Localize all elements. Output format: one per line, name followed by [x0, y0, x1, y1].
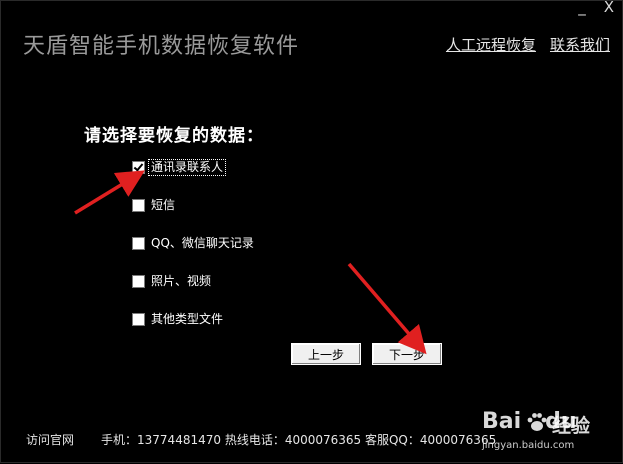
photos-videos-checkbox[interactable] — [132, 275, 145, 288]
next-step-button[interactable]: 下一步 — [372, 343, 442, 365]
option-other-files[interactable]: 其他类型文件 — [132, 312, 256, 350]
app-title: 天盾智能手机数据恢复软件 — [23, 34, 300, 59]
window-controls: _ X — [578, 0, 614, 16]
minimize-button[interactable]: _ — [578, 0, 586, 16]
baidu-watermark: Bai du 经验 jingyan.baidu.com — [482, 409, 600, 457]
watermark-jingyan: 经验 — [552, 415, 591, 437]
footer: 访问官网 手机：13774481470 热线电话：4000076365 客服QQ：… — [26, 431, 496, 448]
watermark-url: jingyan.baidu.com — [482, 440, 575, 451]
data-type-options: 通讯录联系人 短信 QQ、微信聊天记录 照片、视频 其他类型文件 — [132, 159, 256, 350]
app-window: _ X 天盾智能手机数据恢复软件 人工远程恢复 联系我们 请选择要恢复的数据： … — [0, 0, 623, 463]
option-label[interactable]: 通讯录联系人 — [147, 159, 227, 176]
paw-icon — [527, 413, 547, 431]
select-data-prompt: 请选择要恢复的数据： — [84, 126, 264, 146]
annotation-arrows — [74, 170, 427, 355]
close-button[interactable]: X — [604, 0, 614, 16]
contact-info: 手机：13774481470 热线电话：4000076365 客服QQ：4000… — [101, 433, 497, 447]
sms-checkbox[interactable] — [132, 199, 145, 212]
previous-step-button[interactable]: 上一步 — [291, 343, 361, 365]
option-label[interactable]: 照片、视频 — [149, 274, 213, 289]
remote-recovery-link[interactable]: 人工远程恢复 — [446, 34, 536, 55]
visit-website-link[interactable]: 访问官网 — [26, 433, 74, 447]
top-links: 人工远程恢复 联系我们 — [446, 34, 610, 55]
option-sms[interactable]: 短信 — [132, 198, 256, 236]
option-chat-history[interactable]: QQ、微信聊天记录 — [132, 236, 256, 274]
option-photos-videos[interactable]: 照片、视频 — [132, 274, 256, 312]
contact-us-link[interactable]: 联系我们 — [550, 34, 610, 55]
option-label[interactable]: 短信 — [149, 198, 177, 213]
contacts-checkbox[interactable] — [132, 161, 145, 174]
arrow-to-next — [347, 262, 427, 355]
arrow-to-contacts — [74, 170, 145, 215]
other-files-checkbox[interactable] — [132, 313, 145, 326]
chat-history-checkbox[interactable] — [132, 237, 145, 250]
option-label[interactable]: 其他类型文件 — [149, 312, 225, 327]
option-contacts[interactable]: 通讯录联系人 — [132, 159, 256, 198]
option-label[interactable]: QQ、微信聊天记录 — [149, 236, 256, 251]
